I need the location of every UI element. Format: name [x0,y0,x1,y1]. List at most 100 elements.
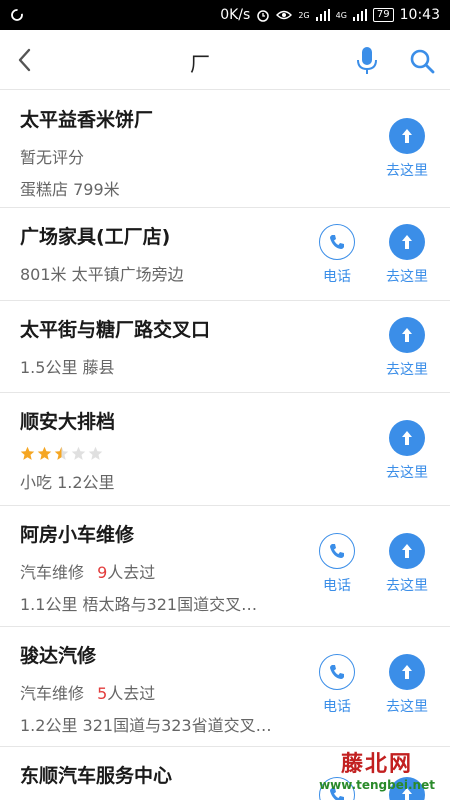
category-text: 汽车维修 [20,684,85,703]
result-title: 太平益香米饼厂 [20,109,154,131]
phone-circle [319,654,355,690]
go-here-button[interactable]: 去这里 [377,118,437,180]
chevron-left-icon [18,48,31,72]
result-text: 广场家具(工厂店) 801米 太平镇广场旁边 [20,222,320,285]
category-text: 汽车维修 [20,563,85,582]
go-here-button[interactable]: 去这里 [377,317,437,379]
result-title: 东顺汽车服务中心 [20,765,173,787]
signal-icon [315,9,330,21]
watermark-title: 藤北网 [340,751,413,777]
result-text: 太平街与糖厂路交叉口 1.5公里 藤县 [20,315,320,378]
result-detail: 1.2公里 321国道与323省道交叉… [20,716,272,735]
clock: 10:43 [399,7,440,23]
empty-star-icon [88,446,103,460]
call-label: 电话 [323,578,351,594]
visit-suffix: 人去过 [107,563,156,582]
result-title: 阿房小车维修 [20,524,135,546]
watermark-url: www.tengbei.net [319,778,435,792]
watermark: 藤北网 www.tengbei.net [318,746,436,794]
eye-icon [276,10,293,20]
go-here-label: 去这里 [386,578,428,594]
phone-icon [330,544,344,558]
result-title: 太平街与糖厂路交叉口 [20,319,211,341]
visit-count: 5 [97,684,108,703]
call-label: 电话 [323,699,351,715]
visit-count: 9 [97,563,108,582]
list-item[interactable]: 顺安大排档 小吃 1.2公里 去这里 [0,393,450,506]
call-button[interactable]: 电话 [307,224,367,286]
go-here-label: 去这里 [386,699,428,715]
result-category: 汽车维修 9人去过 [20,559,320,583]
result-detail: 蛋糕店 799米 [20,180,120,199]
visit-suffix: 人去过 [107,684,156,703]
navigate-arrow-icon [402,665,412,679]
result-text: 骏达汽修 汽车维修 5人去过 1.2公里 321国道与323省道交叉… [20,641,320,736]
result-text: 阿房小车维修 汽车维修 9人去过 1.1公里 梧太路与321国道交叉… [20,520,320,615]
go-circle [389,533,425,569]
sync-icon [11,9,23,21]
star-icon [37,446,52,460]
navigate-arrow-icon [402,544,412,558]
network-4g: 4G [335,10,347,20]
go-circle [389,317,425,353]
result-text: 东顺汽车服务中心 [20,761,320,788]
result-rating-text: 暂无评分 [20,148,85,167]
go-circle [389,224,425,260]
search-icon [410,49,435,74]
result-text: 太平益香米饼厂 暂无评分 蛋糕店 799米 [20,105,320,200]
navigate-arrow-icon [402,235,412,249]
go-circle [389,118,425,154]
result-detail: 1.1公里 梧太路与321国道交叉… [20,595,258,614]
go-here-label: 去这里 [386,269,428,285]
result-title: 广场家具(工厂店) [20,226,171,248]
list-item[interactable]: 广场家具(工厂店) 801米 太平镇广场旁边 电话 去这里 [0,208,450,301]
list-item[interactable]: 骏达汽修 汽车维修 5人去过 1.2公里 321国道与323省道交叉… 电话 去… [0,627,450,747]
go-here-label: 去这里 [386,465,428,481]
list-item[interactable]: 太平街与糖厂路交叉口 1.5公里 藤县 去这里 [0,301,450,393]
result-detail: 1.5公里 藤县 [20,358,115,377]
status-left [10,8,24,22]
phone-circle [319,533,355,569]
search-header: 厂 [0,30,450,90]
status-right: 0K/s 2G 4G 79 10:43 [220,7,440,23]
search-button[interactable] [408,47,436,75]
status-bar: 0K/s 2G 4G 79 10:43 [0,0,450,30]
phone-icon [330,665,344,679]
star-icon [20,446,35,460]
half-star-icon [54,446,69,460]
results-list: 太平益香米饼厂 暂无评分 蛋糕店 799米 去这里 广场家具(工厂店) 801米… [0,91,450,800]
battery-level: 79 [372,8,394,22]
go-here-button[interactable]: 去这里 [377,654,437,716]
result-category: 汽车维修 5人去过 [20,680,320,704]
navigate-arrow-icon [402,431,412,445]
phone-circle [319,224,355,260]
call-button[interactable]: 电话 [307,654,367,716]
go-here-label: 去这里 [386,163,428,179]
back-button[interactable] [12,46,38,74]
go-here-button[interactable]: 去这里 [377,224,437,286]
go-here-button[interactable]: 去这里 [377,533,437,595]
empty-star-icon [71,446,86,460]
list-item[interactable]: 阿房小车维修 汽车维修 9人去过 1.1公里 梧太路与321国道交叉… 电话 去… [0,506,450,627]
navigate-arrow-icon [402,328,412,342]
network-2g: 2G [298,10,310,20]
result-detail: 801米 太平镇广场旁边 [20,265,184,284]
go-circle [389,654,425,690]
go-here-button[interactable]: 去这里 [377,420,437,482]
result-title: 顺安大排档 [20,411,116,433]
rating-stars [20,446,320,461]
navigate-arrow-icon [402,129,412,143]
network-speed: 0K/s [220,7,251,23]
voice-search-button[interactable] [355,46,379,76]
alarm-icon [257,10,270,22]
signal-icon-2 [352,9,367,21]
list-item[interactable]: 太平益香米饼厂 暂无评分 蛋糕店 799米 去这里 [0,91,450,208]
microphone-icon [357,47,377,74]
result-title: 骏达汽修 [20,645,97,667]
phone-icon [330,235,344,249]
go-here-label: 去这里 [386,362,428,378]
result-text: 顺安大排档 小吃 1.2公里 [20,407,320,493]
go-circle [389,420,425,456]
search-query[interactable]: 厂 [50,48,350,77]
call-button[interactable]: 电话 [307,533,367,595]
